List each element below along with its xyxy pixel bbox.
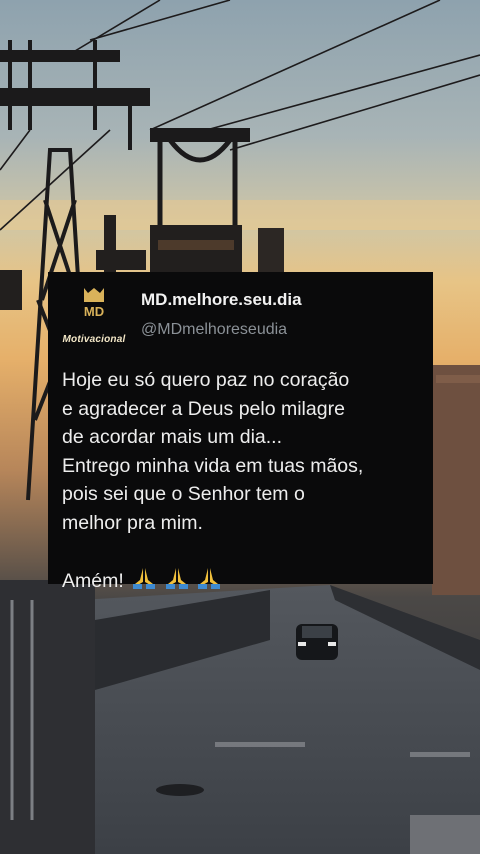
- svg-text:MD: MD: [84, 304, 104, 319]
- post-text: Hoje eu só quero paz no coração e agrade…: [62, 366, 415, 595]
- post-text-line: e agradecer a Deus pelo milagre: [62, 397, 345, 420]
- avatar[interactable]: MD Motivacional: [62, 286, 126, 345]
- post-header: MD Motivacional MD.melhore.seu.dia @MDme…: [62, 286, 415, 345]
- avatar-brand-text: Motivacional: [62, 334, 126, 345]
- post-card: MD Motivacional MD.melhore.seu.dia @MDme…: [48, 272, 433, 592]
- post-text-line: melhor pra mim.: [62, 511, 203, 534]
- closing-text: Amém!: [62, 569, 124, 592]
- post-text-line: Entrego minha vida em tuas mãos,: [62, 454, 364, 477]
- display-name[interactable]: MD.melhore.seu.dia: [141, 290, 302, 310]
- user-handle[interactable]: @MDmelhoreseudia: [141, 320, 302, 340]
- post-text-line: pois sei que o Senhor tem o: [62, 483, 305, 505]
- md-monogram-icon: MD: [84, 288, 104, 319]
- post-text-line: de acordar mais um dia...: [62, 426, 283, 448]
- post-text-line: Hoje eu só quero paz no coração: [62, 369, 350, 391]
- praying-hands-icon: [198, 567, 221, 589]
- author-names: MD.melhore.seu.dia @MDmelhoreseudia: [141, 286, 302, 340]
- post-closing-line: Amém!: [62, 566, 415, 596]
- praying-hands-icon: [133, 567, 156, 589]
- praying-hands-icon: [165, 567, 188, 589]
